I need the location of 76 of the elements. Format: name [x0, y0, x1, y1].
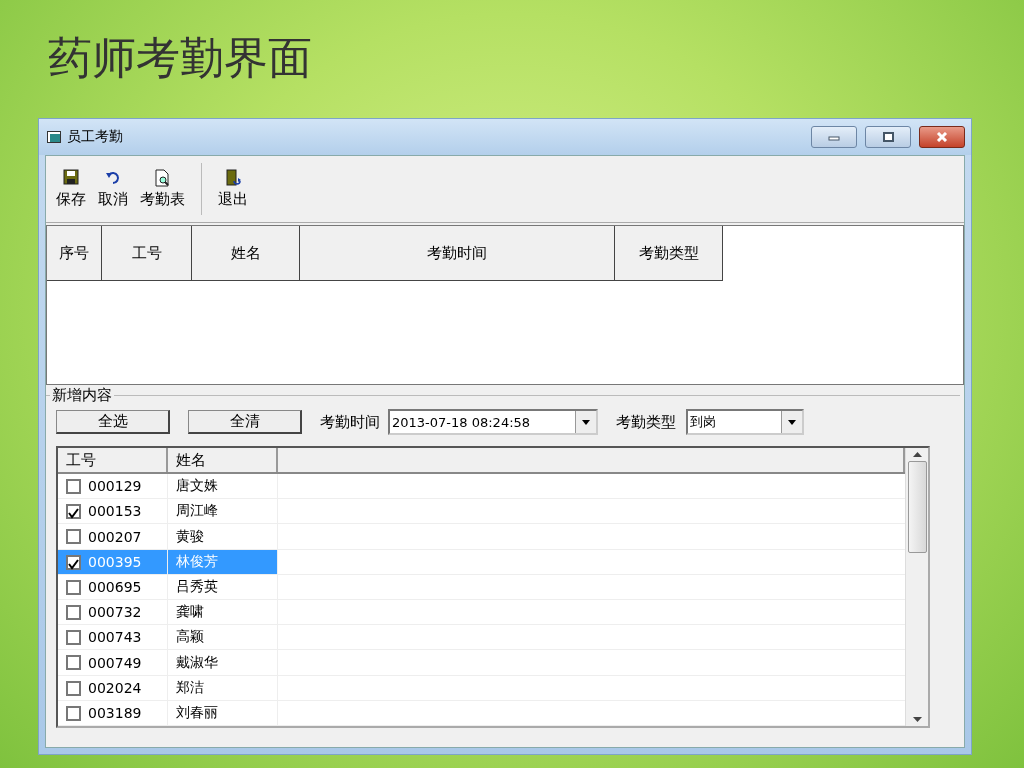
undo-icon [104, 169, 122, 187]
dropdown-arrow-icon [787, 418, 797, 426]
checkbox[interactable] [66, 479, 81, 494]
type-dropdown[interactable]: 到岗 [686, 409, 804, 435]
id-text: 003189 [88, 704, 142, 721]
list-row[interactable]: 003189 刘春丽 [58, 700, 905, 727]
name-cell: 周江峰 [168, 499, 278, 524]
maximize-button[interactable] [865, 126, 911, 148]
check-icon [68, 558, 79, 570]
slide-title: 药师考勤界面 [48, 31, 313, 85]
name-cell: 黄骏 [168, 524, 278, 549]
name-cell: 龚啸 [168, 600, 278, 625]
window-title: 员工考勤 [67, 128, 124, 146]
checkbox[interactable] [66, 605, 81, 620]
list-row[interactable]: 000743 高颖 [58, 625, 905, 651]
name-cell: 刘春丽 [168, 700, 278, 726]
maximize-icon [881, 132, 895, 142]
list-row[interactable]: 000695 吕秀英 [58, 574, 905, 600]
window-icon [47, 131, 61, 143]
column-header[interactable]: 姓名 [168, 448, 278, 472]
checkbox[interactable] [66, 554, 81, 570]
check-icon [68, 508, 79, 520]
list-row[interactable]: 000749 戴淑华 [58, 650, 905, 676]
field-label: 考勤时间 [320, 412, 380, 432]
name-cell: 戴淑华 [168, 650, 278, 675]
toolbar-button[interactable]: 取消 [94, 167, 132, 211]
scroll-down-icon [912, 717, 922, 722]
checkbox[interactable] [66, 529, 81, 545]
list-row[interactable]: 000732 龚啸 [58, 600, 905, 626]
column-header[interactable]: 序号 [47, 226, 102, 281]
name-cell: 吕秀英 [168, 574, 278, 599]
checkbox[interactable] [66, 705, 81, 721]
checkbox[interactable] [66, 579, 81, 595]
toolbar-button[interactable]: 保存 [52, 167, 90, 211]
id-text: 000743 [88, 629, 142, 646]
column-header[interactable]: 考勤类型 [615, 226, 723, 281]
name-cell: 林俊芳 [168, 549, 278, 574]
checkbox[interactable] [66, 504, 81, 520]
id-text: 002024 [88, 679, 142, 696]
column-header[interactable]: 工号 [102, 226, 192, 281]
id-text: 000153 [88, 503, 142, 520]
name-cell: 郑洁 [168, 675, 278, 700]
door-icon [224, 169, 242, 187]
action-button[interactable]: 全清 [188, 410, 302, 434]
document-magnifier-icon [154, 169, 171, 187]
scrollbar[interactable] [905, 448, 928, 726]
checkbox[interactable] [66, 630, 81, 646]
column-header[interactable]: 姓名 [192, 226, 300, 281]
name-cell: 唐文姝 [168, 474, 278, 499]
toolbar-button[interactable]: 退出 [214, 167, 252, 211]
id-text: 000732 [88, 604, 142, 621]
action-button[interactable]: 全选 [56, 410, 170, 434]
id-text: 000395 [88, 553, 142, 570]
dropdown-arrow-icon [581, 418, 591, 426]
column-header[interactable]: 工号 [58, 448, 168, 472]
list-row[interactable]: 000207 黄骏 [58, 524, 905, 550]
id-text: 000129 [88, 478, 142, 495]
name-cell: 高颖 [168, 625, 278, 650]
datetime-field[interactable]: 2013-07-18 08:24:58 [388, 409, 598, 435]
close-icon [935, 132, 949, 142]
field-label: 考勤类型 [616, 412, 676, 432]
id-text: 000749 [88, 654, 142, 671]
minimize-button[interactable] [811, 126, 857, 148]
checkbox[interactable] [66, 655, 81, 671]
scroll-thumb[interactable] [907, 461, 927, 553]
id-text: 000207 [88, 528, 142, 545]
list-row[interactable]: 000153 周江峰 [58, 499, 905, 525]
list-row[interactable]: 002024 郑洁 [58, 675, 905, 701]
close-button[interactable] [919, 126, 965, 148]
column-header[interactable]: 考勤时间 [300, 226, 615, 281]
scroll-up-icon [912, 452, 922, 457]
group-title: 新增内容 [50, 386, 114, 405]
checkbox[interactable] [66, 680, 81, 696]
toolbar-button[interactable]: 考勤表 [136, 167, 189, 211]
list-row[interactable]: 000129 唐文姝 [58, 474, 905, 500]
id-text: 000695 [88, 578, 142, 595]
